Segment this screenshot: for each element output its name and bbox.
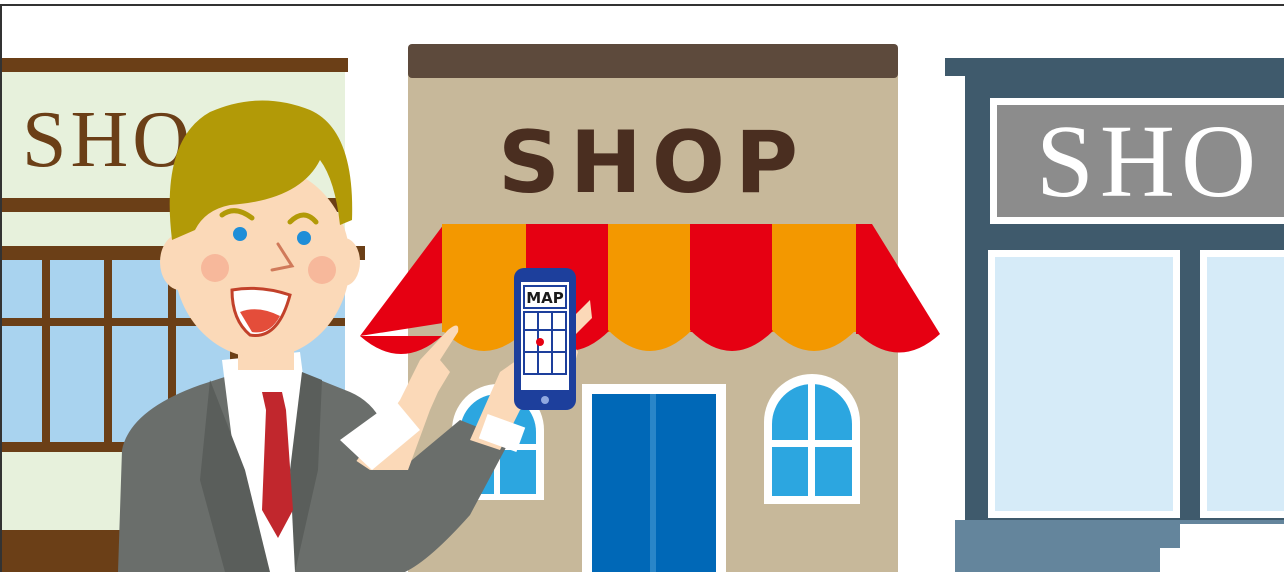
illustration-canvas: SHO SHO SHOP MAP — [0, 0, 1284, 572]
center-shop-sign: SHOP — [498, 113, 808, 213]
right-shop-sign: SHO — [1036, 104, 1262, 219]
map-location-pin — [536, 338, 544, 346]
shop-street-illustration: SHO SHO SHOP MAP — [0, 0, 1284, 572]
phone-map-label: MAP — [526, 289, 564, 307]
center-shop-roof — [408, 44, 898, 78]
smartphone: MAP — [514, 268, 576, 410]
left-shop-sign: SHO — [22, 96, 194, 184]
right-shop: SHO — [945, 58, 1284, 572]
right-eye — [297, 231, 311, 245]
left-eye — [233, 227, 247, 241]
phone-home-button — [541, 396, 549, 404]
center-shop-right-window — [764, 374, 860, 504]
center-shop-door — [582, 384, 726, 572]
right-shop-window — [988, 250, 1284, 518]
